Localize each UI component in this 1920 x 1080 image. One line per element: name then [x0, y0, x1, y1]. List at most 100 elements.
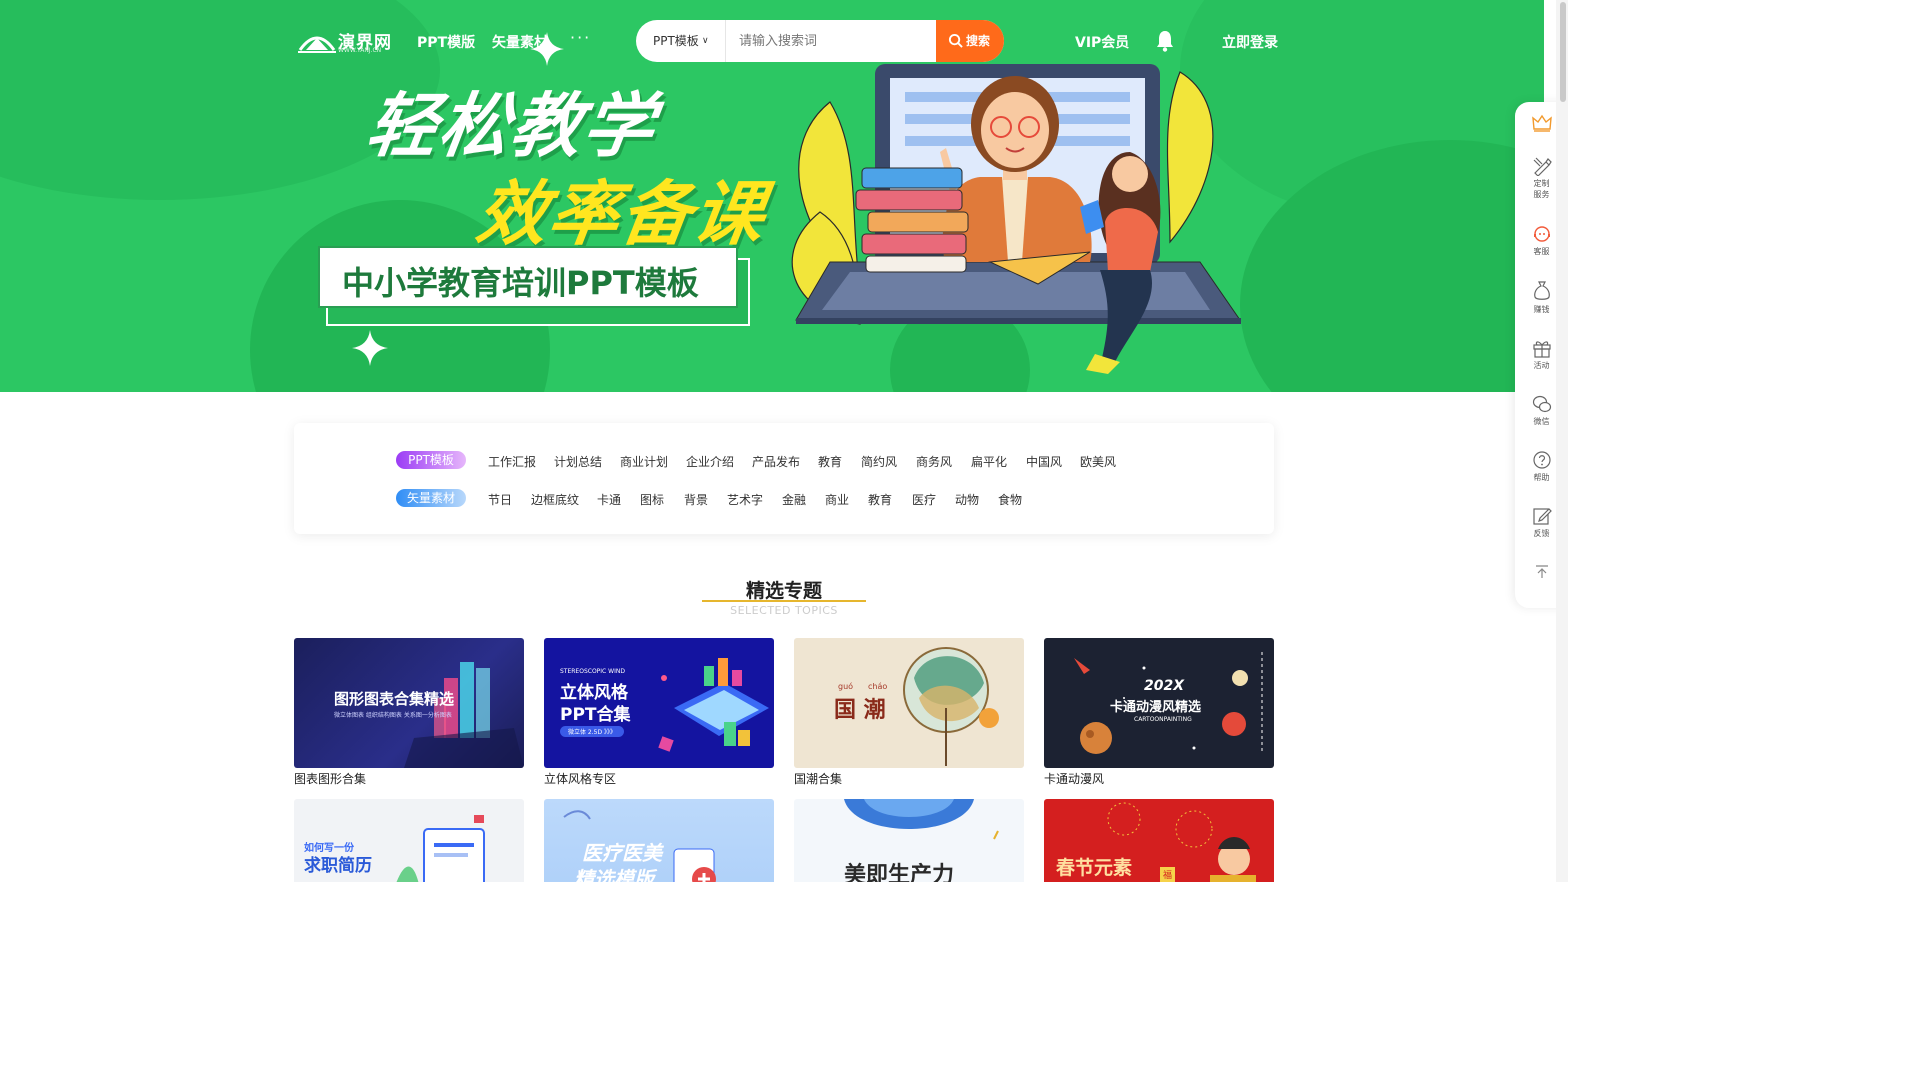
- topic-thumbnail: STEREOSCOPIC WIND 立体风格 PPT合集 微立体 2.5D 》》…: [544, 638, 774, 768]
- bell-icon[interactable]: [1156, 30, 1174, 52]
- money-bag-icon: [1533, 281, 1550, 300]
- logo-mountain-icon: [298, 36, 336, 53]
- ppt-category-link[interactable]: 计划总结: [554, 453, 602, 470]
- hero-banner-box: 中小学教育培训PPT模板: [318, 246, 738, 308]
- ppt-category-link[interactable]: 企业介绍: [686, 453, 734, 470]
- topic-card-medical[interactable]: 医疗医美 精选模版: [544, 799, 774, 882]
- section-divider: [702, 600, 866, 602]
- ppt-category-link[interactable]: 扁平化: [971, 453, 1007, 470]
- topic-thumbnail-year: 202X: [1144, 678, 1185, 694]
- topic-thumbnail: guó cháo 国 潮: [794, 638, 1024, 768]
- section-subtitle: SELECTED TOPICS: [730, 604, 838, 617]
- hero-banner-text: 中小学教育培训PPT模板: [342, 264, 699, 302]
- search-button[interactable]: 搜索: [936, 20, 1004, 62]
- vector-material-tag[interactable]: 矢量素材: [396, 489, 466, 507]
- topic-thumbnail-pinyin: guó: [838, 682, 854, 691]
- topic-thumbnail-title: 图形图表合集精选: [334, 690, 455, 708]
- ppt-category-link[interactable]: 工作汇报: [488, 453, 536, 470]
- topic-card-cartoon[interactable]: 202X 卡通动漫风精选 CARTOONPAINTING 卡通动漫风: [1044, 638, 1274, 787]
- vector-category-link[interactable]: 卡通: [597, 491, 621, 508]
- topic-card-resume[interactable]: 如何写一份 求职简历: [294, 799, 524, 882]
- topic-thumbnail-title: 国 潮: [834, 698, 886, 723]
- vector-category-link[interactable]: 金融: [782, 491, 806, 508]
- back-to-top-icon: [1535, 565, 1548, 578]
- topic-thumbnail-subtitle: 微立体图表 组织结构图表 关系图一分析图表: [334, 712, 452, 719]
- section-title: 精选专题: [745, 580, 822, 602]
- topic-thumbnail-small: STEREOSCOPIC WIND: [560, 668, 625, 675]
- category-panel: PPT模板 工作汇报 计划总结 商业计划 企业介绍 产品发布 教育 简约风 商务…: [294, 423, 1274, 534]
- vector-category-link[interactable]: 商业: [825, 491, 849, 508]
- search-input[interactable]: [726, 20, 936, 62]
- topic-card-3d[interactable]: STEREOSCOPIC WIND 立体风格 PPT合集 微立体 2.5D 》》…: [544, 638, 774, 787]
- teacher-laptop-illustration: [791, 64, 1241, 374]
- wechat-icon: [1532, 395, 1551, 413]
- topic-thumbnail-badge: 福: [1160, 867, 1176, 882]
- ppt-category-link[interactable]: 商业计划: [620, 453, 668, 470]
- vector-category-link[interactable]: 节日: [488, 491, 512, 508]
- search-type-select[interactable]: PPT模板 ∨: [636, 20, 726, 62]
- page-scrollbar[interactable]: [1556, 0, 1568, 882]
- topic-card-beauty[interactable]: 美即生产力: [794, 799, 1024, 882]
- design-tools-icon: [1533, 157, 1552, 176]
- nav-more-icon[interactable]: ···: [570, 28, 591, 47]
- topic-thumbnail-title: 求职简历: [304, 856, 372, 876]
- topic-thumbnail: 美即生产力: [794, 799, 1024, 882]
- topic-caption: 卡通动漫风: [1044, 772, 1105, 786]
- customer-service-icon: [1533, 226, 1550, 242]
- topic-card-guochao[interactable]: guó cháo 国 潮 国潮合集: [794, 638, 1024, 787]
- ppt-category-link[interactable]: 产品发布: [752, 453, 800, 470]
- vip-member-link[interactable]: VIP会员: [1075, 32, 1129, 52]
- hero-headline-1: 轻松教学: [361, 85, 661, 167]
- hero-banner[interactable]: 演界网 WWW.YANJ.CN PPT模版 矢量素材 ··· PPT模板 ∨ 搜…: [0, 0, 1544, 392]
- topic-thumbnail: 202X 卡通动漫风精选 CARTOONPAINTING: [1044, 638, 1274, 768]
- ppt-template-tag[interactable]: PPT模板: [396, 451, 466, 469]
- topic-thumbnail-title: 美即生产力: [844, 863, 955, 882]
- guochao-tree-graphic: [903, 647, 999, 766]
- topic-thumbnail: 医疗医美 精选模版: [544, 799, 774, 882]
- topic-thumbnail: 如何写一份 求职简历: [294, 799, 524, 882]
- search-icon: [948, 33, 963, 48]
- vector-category-link[interactable]: 边框底纹: [531, 491, 579, 508]
- nav-ppt-templates[interactable]: PPT模版: [417, 32, 475, 52]
- topic-thumbnail-title: 春节元素: [1056, 857, 1133, 879]
- sparkle-icon: [352, 330, 388, 366]
- vector-category-link[interactable]: 艺术字: [727, 491, 763, 508]
- sidebar-label: 定制服务: [1533, 179, 1550, 199]
- topic-card-spring-festival[interactable]: 春节元素 福: [1044, 799, 1274, 882]
- search-bar: PPT模板 ∨ 搜索: [636, 20, 1004, 62]
- login-button[interactable]: 立即登录: [1222, 32, 1278, 52]
- ppt-category-link[interactable]: 简约风: [861, 453, 897, 470]
- vector-category-link[interactable]: 图标: [640, 491, 664, 508]
- scrollbar-thumb[interactable]: [1560, 2, 1566, 102]
- topic-caption: 国潮合集: [794, 772, 843, 786]
- topic-card-charts[interactable]: 图形图表合集精选 微立体图表 组织结构图表 关系图一分析图表 图表图形合集: [294, 638, 524, 787]
- chevron-down-icon: ∨: [702, 36, 709, 46]
- ppt-category-link[interactable]: 商务风: [916, 453, 952, 470]
- vector-category-link[interactable]: 食物: [998, 491, 1022, 508]
- topic-caption: 图表图形合集: [294, 772, 367, 786]
- top-nav: 演界网 WWW.YANJ.CN PPT模版 矢量素材 ··· PPT模板 ∨ 搜…: [0, 0, 1544, 82]
- hero-headline-2: 效率备课: [471, 173, 771, 255]
- site-logo[interactable]: 演界网 WWW.YANJ.CN: [298, 28, 394, 54]
- topic-thumbnail-title: 卡通动漫风精选: [1110, 700, 1202, 715]
- logo-subtext: WWW.YANJ.CN: [338, 47, 382, 54]
- ppt-category-link[interactable]: 欧美风: [1080, 453, 1116, 470]
- topic-thumbnail-small: CARTOONPAINTING: [1134, 716, 1192, 723]
- topic-thumbnail: 图形图表合集精选 微立体图表 组织结构图表 关系图一分析图表: [294, 638, 524, 768]
- vector-category-link[interactable]: 医疗: [912, 491, 936, 508]
- crown-icon: [1531, 114, 1552, 132]
- search-button-label: 搜索: [966, 34, 991, 48]
- gift-icon: [1532, 341, 1551, 358]
- vector-category-link[interactable]: 动物: [955, 491, 979, 508]
- ppt-category-link[interactable]: 中国风: [1026, 453, 1062, 470]
- vector-category-link[interactable]: 教育: [868, 491, 892, 508]
- search-type-label: PPT模板: [653, 34, 699, 48]
- topic-caption: 立体风格专区: [544, 772, 617, 786]
- vector-category-link[interactable]: 背景: [684, 491, 708, 508]
- topic-thumbnail-title-2: PPT合集: [560, 705, 631, 725]
- feedback-icon: [1532, 508, 1552, 525]
- ppt-category-link[interactable]: 教育: [818, 453, 842, 470]
- page: 演界网 WWW.YANJ.CN PPT模版 矢量素材 ··· PPT模板 ∨ 搜…: [0, 0, 1568, 882]
- help-icon: [1532, 451, 1551, 469]
- topic-thumbnail-title: 医疗医美: [582, 841, 662, 865]
